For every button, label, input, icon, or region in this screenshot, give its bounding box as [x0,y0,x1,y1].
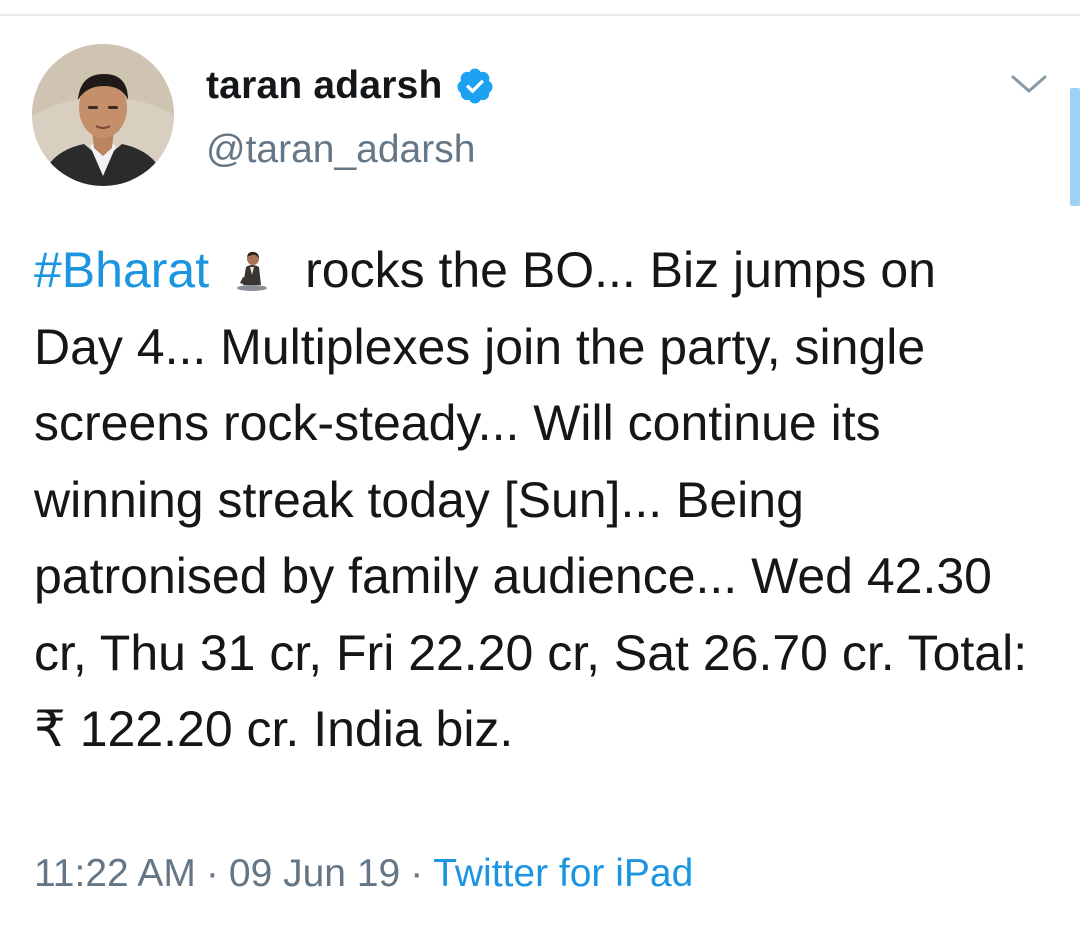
avatar[interactable] [32,44,174,186]
tweet-source-link[interactable]: Twitter for iPad [433,852,693,895]
meta-separator: · [205,852,219,895]
top-divider [0,14,1080,16]
hashtag-link[interactable]: #Bharat [34,242,209,298]
display-name[interactable]: taran adarsh [206,64,443,108]
tweet-meta: 11:22 AM · 09 Jun 19 · Twitter for iPad [34,852,693,896]
user-handle[interactable]: @taran_adarsh [206,128,495,172]
tweet-text: #Bharat rocks the BO... Biz jumps on Day… [34,232,1034,768]
tweet-detail-view: taran adarsh @taran_adarsh #Bharat rocks… [0,0,1080,932]
meta-separator: · [410,852,424,895]
tweet-body-line1: rocks the BO... Biz jumps [305,242,867,298]
display-name-row: taran adarsh [206,60,495,112]
scroll-indicator[interactable] [1070,88,1080,206]
man-in-suit-levitating-emoji [233,236,271,291]
verified-badge-icon [455,66,495,106]
tweet-body: on Day 4... Multiplexes join the party, … [34,242,1028,757]
chevron-down-icon[interactable] [1010,72,1048,98]
tweet-date[interactable]: 09 Jun 19 [229,852,400,895]
tweet-time[interactable]: 11:22 AM [34,852,196,895]
user-header: taran adarsh @taran_adarsh [206,60,495,172]
